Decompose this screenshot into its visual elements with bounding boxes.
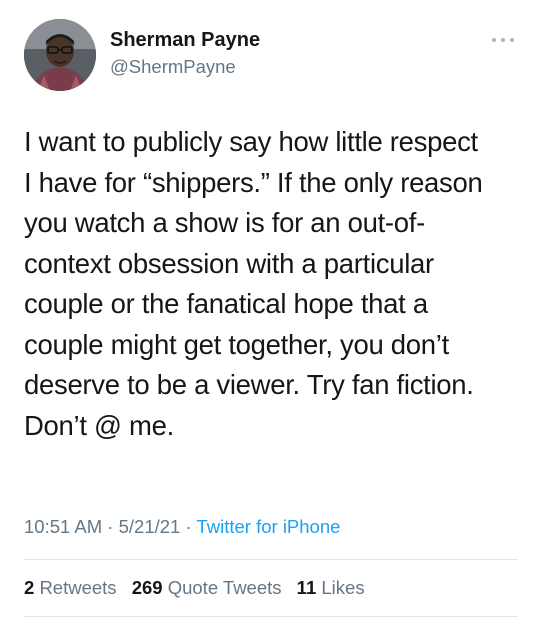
tweet-date[interactable]: 5/21/21: [119, 516, 181, 537]
tweet-text-line: context obsession with a particular: [24, 247, 434, 279]
tweet-stats: 2 Retweets 269 Quote Tweets 11 Likes: [24, 577, 375, 599]
tweet-text: I want to publicly say how little respec…: [24, 122, 524, 446]
tweet-text-line: couple might get together, you don’t: [24, 328, 449, 360]
dot: [492, 38, 496, 42]
more-options-icon[interactable]: [492, 38, 514, 44]
tweet-text-line: couple or the fanatical hope that a: [24, 288, 428, 319]
likes-label: Likes: [321, 577, 365, 598]
divider: [24, 616, 518, 617]
separator: ·: [180, 516, 197, 537]
author-handle[interactable]: @ShermPayne: [110, 55, 260, 79]
quote-tweets-stat[interactable]: 269 Quote Tweets: [132, 577, 282, 598]
tweet-text-line: you watch a show is for an out-of-: [24, 207, 425, 238]
avatar-photo: [24, 19, 96, 91]
tweet-text-line: I want to publicly say how little respec…: [24, 126, 478, 157]
likes-stat[interactable]: 11 Likes: [297, 577, 365, 598]
tweet-text-line: Don’t @ me.: [24, 409, 174, 441]
divider: [24, 559, 518, 560]
author-block: Sherman Payne @ShermPayne: [110, 28, 260, 79]
likes-count: 11: [296, 577, 317, 598]
dot: [501, 38, 505, 42]
quote-tweets-label: Quote Tweets: [167, 577, 282, 598]
dot: [510, 38, 514, 42]
retweets-stat[interactable]: 2 Retweets: [24, 577, 117, 598]
retweets-label: Retweets: [39, 577, 117, 598]
tweet-source-link[interactable]: Twitter for iPhone: [196, 516, 340, 537]
separator: ·: [102, 516, 119, 537]
retweets-count: 2: [24, 577, 35, 598]
tweet-metadata: 10:51 AM · 5/21/21 · Twitter for iPhone: [24, 516, 340, 538]
author-display-name[interactable]: Sherman Payne: [110, 28, 260, 52]
tweet-text-line: I have for “shippers.” If the only reaso…: [24, 166, 483, 198]
avatar[interactable]: [24, 19, 96, 91]
tweet-time[interactable]: 10:51 AM: [24, 516, 102, 537]
tweet-text-line: deserve to be a viewer. Try fan fiction.: [24, 369, 474, 400]
quote-tweets-count: 269: [131, 577, 163, 598]
tweet-card: Sherman Payne @ShermPayne I want to publ…: [0, 0, 540, 627]
